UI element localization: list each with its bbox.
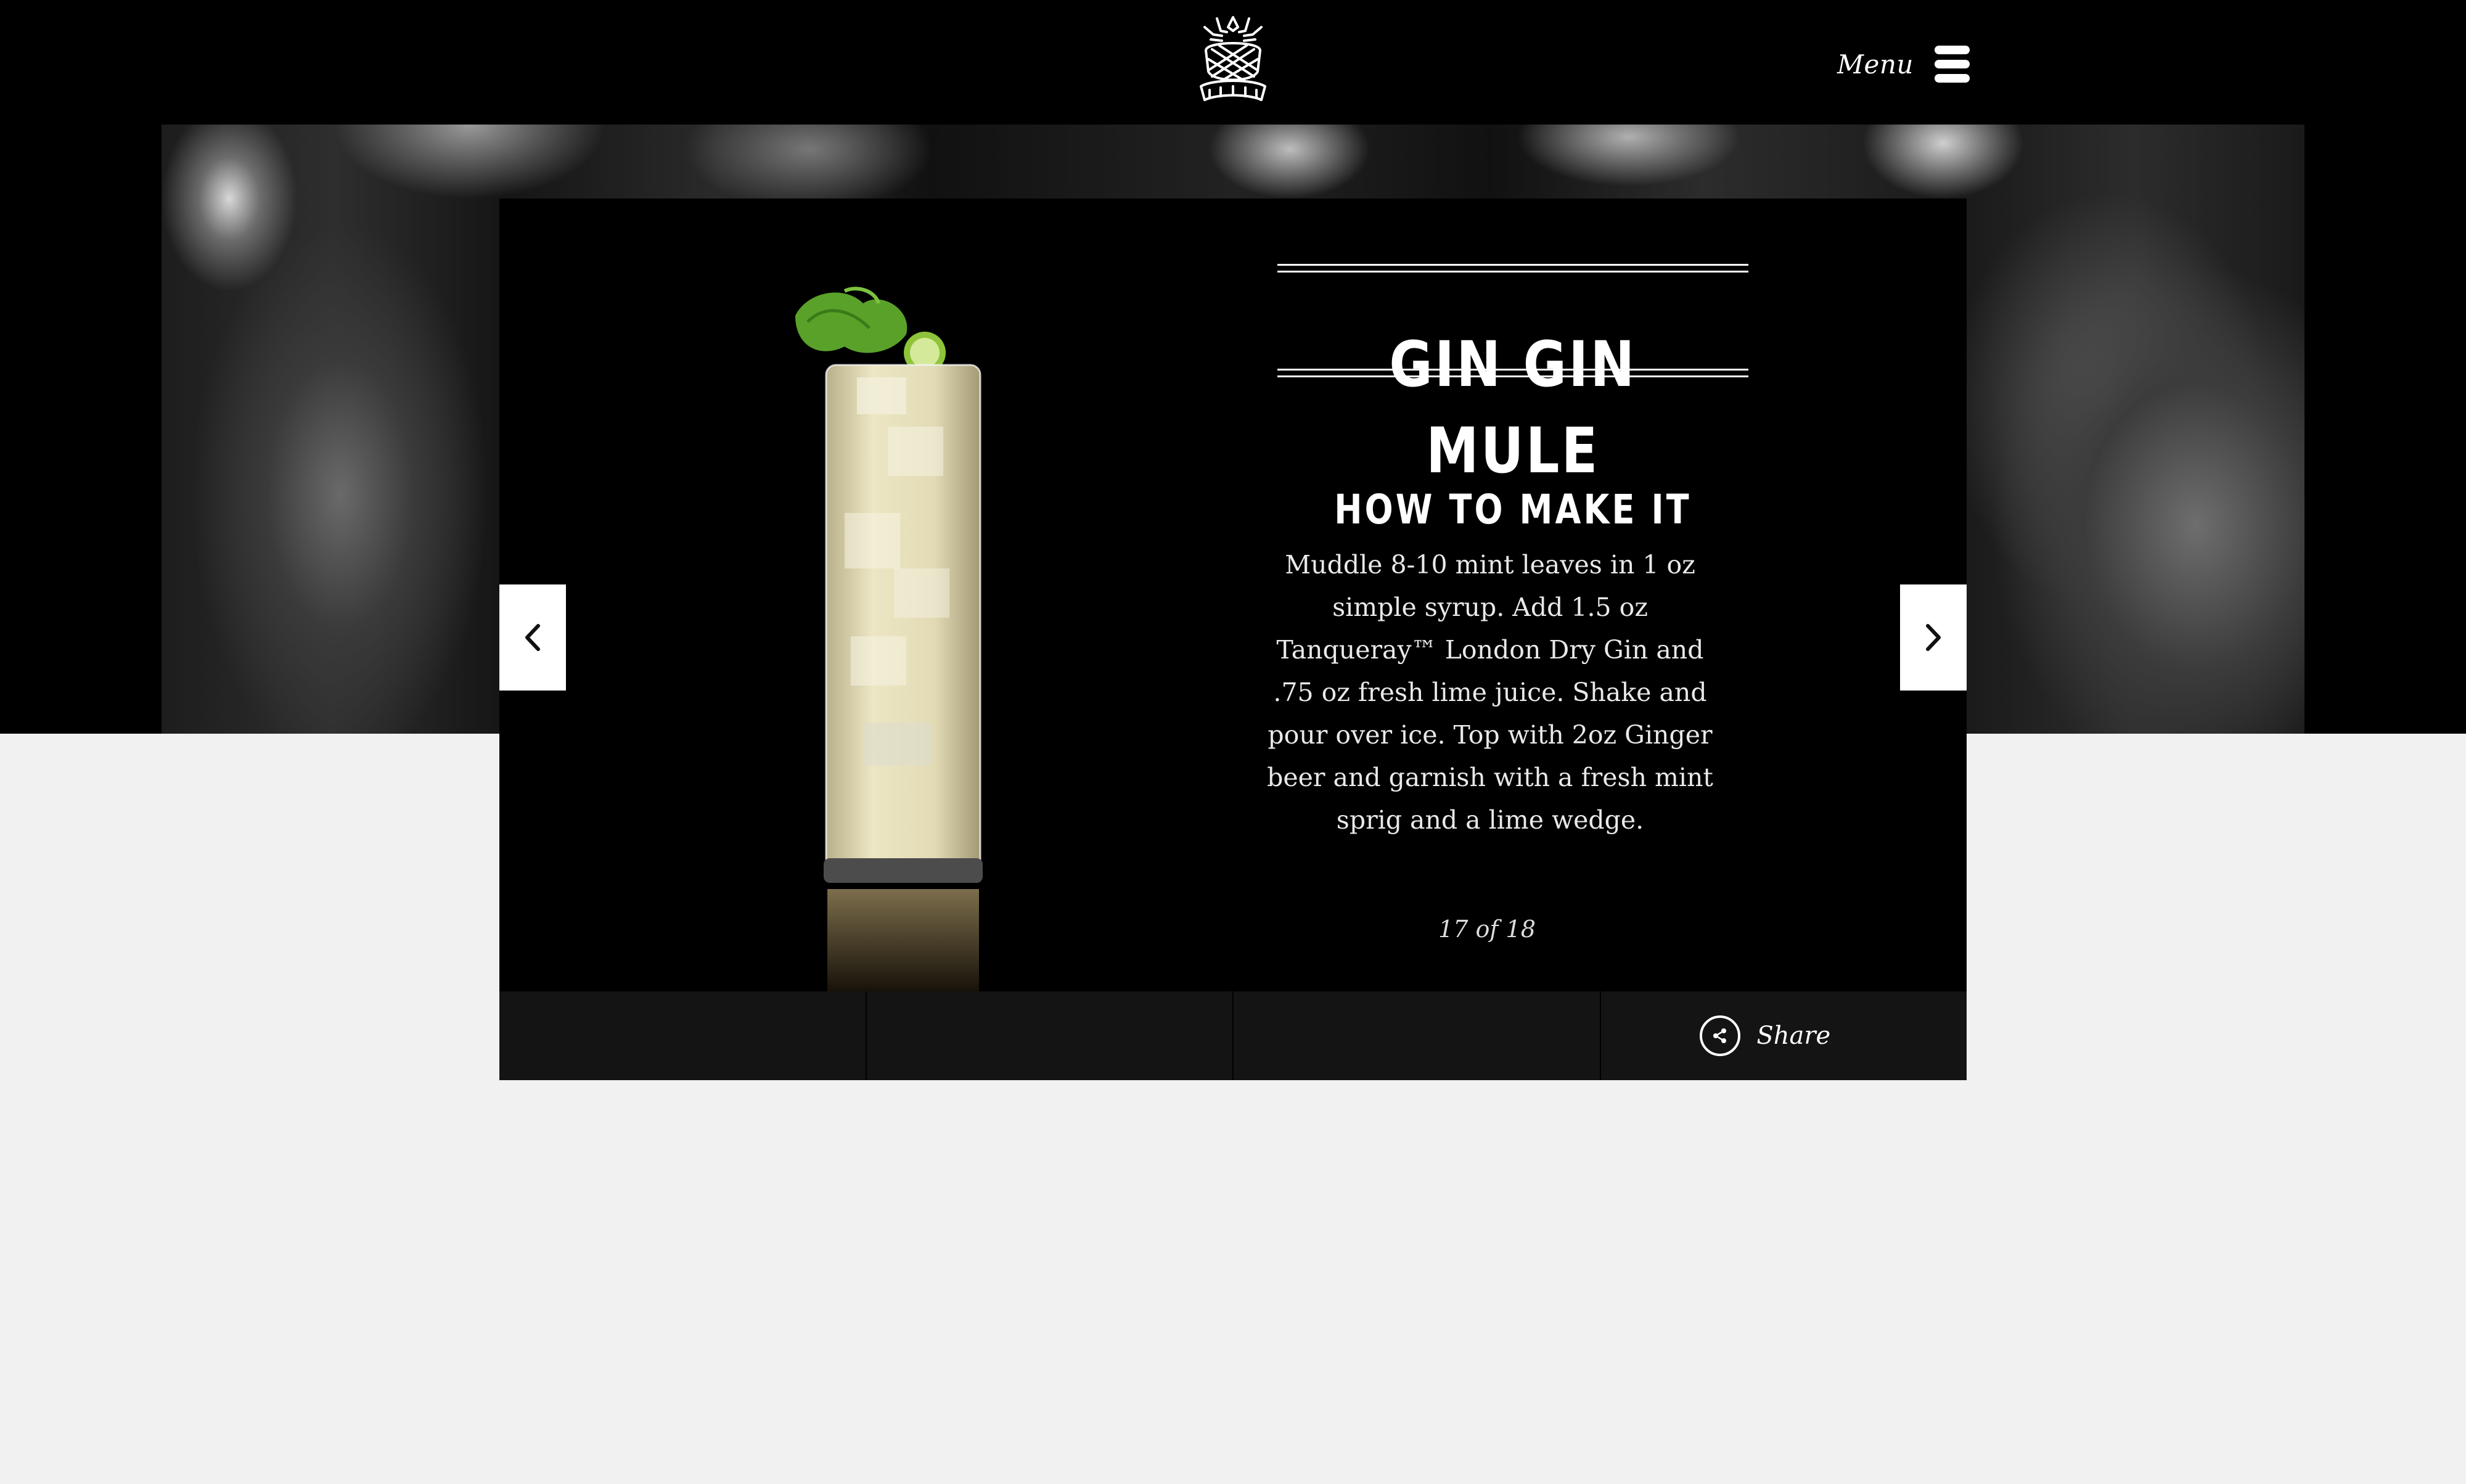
share-button[interactable]: Share	[1601, 991, 1967, 1080]
chevron-right-icon[interactable]	[1923, 622, 1944, 653]
action-cell-2	[867, 991, 1234, 1080]
action-cell-3	[1234, 991, 1601, 1080]
cocktail-name: GIN GIN MULE	[1389, 328, 1637, 488]
action-bar: Share	[499, 991, 1967, 1080]
title-rule-bottom	[1277, 369, 1748, 377]
hamburger-icon[interactable]	[1934, 46, 1970, 83]
recipe-text: Muddle 8-10 mint leaves in 1 oz simple s…	[1267, 550, 1713, 835]
menu-toggle[interactable]: Menu	[1837, 38, 1970, 90]
next-button[interactable]	[1900, 584, 1967, 691]
share-label[interactable]: Share	[1756, 1022, 1867, 1050]
previous-button[interactable]	[499, 584, 566, 691]
chevron-left-icon[interactable]	[522, 622, 543, 653]
title-rule-top	[1277, 264, 1748, 273]
pineapple-crest-logo[interactable]	[1189, 12, 1277, 106]
action-cell-1	[499, 991, 867, 1080]
how-to-make-heading: HOW TO MAKE IT	[1334, 486, 1692, 533]
share-icon[interactable]	[1700, 1015, 1741, 1056]
cocktail-slide: GIN GIN MULE HOW TO MAKE IT Muddle 8-10 …	[499, 199, 1967, 991]
cocktail-title-block: GIN GIN MULE	[1277, 264, 1748, 488]
menu-label[interactable]: Menu	[1837, 49, 1914, 80]
site-header: Menu	[0, 0, 2466, 125]
slide-counter: 17 of 18	[1438, 916, 1536, 943]
cocktail-image	[771, 279, 1017, 991]
cocktail-card: GIN GIN MULE HOW TO MAKE IT Muddle 8-10 …	[499, 199, 1967, 1080]
